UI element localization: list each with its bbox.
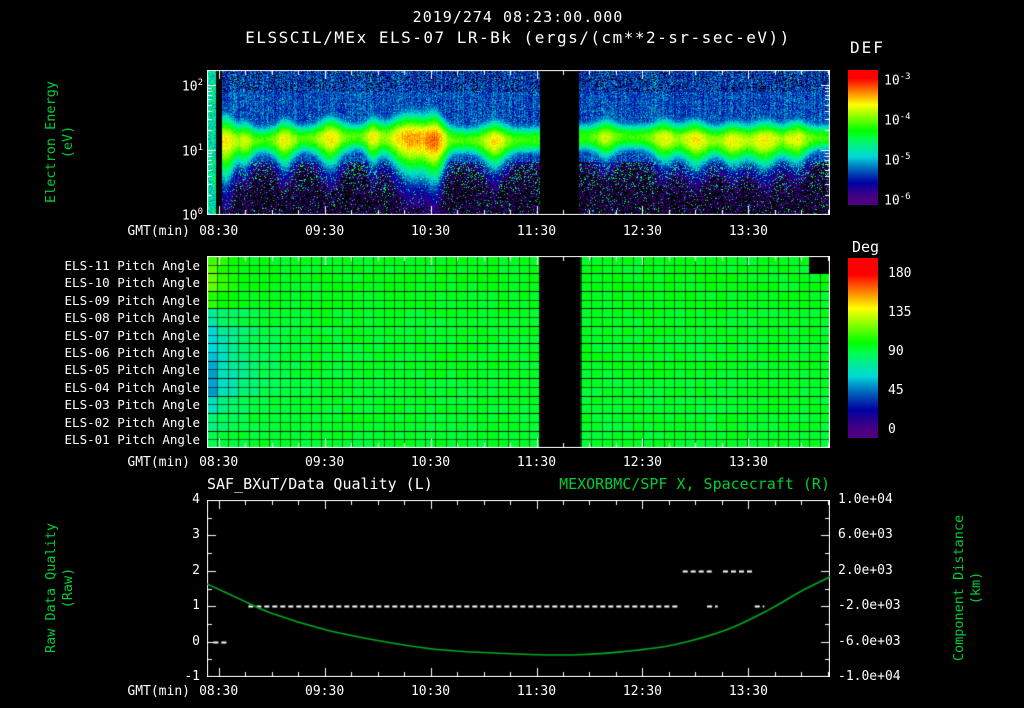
energy-ytick-label: 102 [181, 78, 203, 95]
def-tick-label: 10-3 [884, 72, 911, 89]
pitch-row-label: ELS-10 Pitch Angle [64, 275, 200, 290]
quality-axis-label-line2: (Raw) [60, 567, 76, 609]
x-tick-label: 13:30 [728, 455, 768, 470]
quality-ytick-label: 0 [192, 634, 200, 649]
deg-tick-label: 45 [888, 383, 904, 398]
x-axis-title: GMT(min) [127, 224, 190, 239]
deg-tick-label: 90 [888, 344, 904, 359]
energy-ytick-label-exp: 2 [197, 78, 203, 88]
x-tick-label: 10:30 [410, 224, 451, 239]
bottom-left-series-title: SAF_BXuT/Data Quality (L) [207, 475, 433, 493]
quality-ytick-label: 1 [192, 598, 200, 613]
def-tick-label-exp: -4 [899, 112, 911, 122]
x-tick-label: 13:30 [728, 224, 768, 239]
x-tick-label: 08:30 [199, 455, 239, 470]
quality-ytick-label: 3 [192, 527, 200, 542]
def-colorbar-title: DEF [850, 38, 885, 57]
distance-axis-label: Component Distance (km) [951, 438, 985, 708]
energy-axis-label-line1: Electron Energy [43, 81, 59, 203]
x-tick-label: 08:30 [199, 224, 239, 239]
date-title: 2019/274 08:23:00.000 [412, 8, 624, 26]
x-tick-label: 09:30 [305, 224, 345, 239]
x-tick-label: 11:30 [516, 224, 557, 239]
def-tick-label: 10-6 [884, 192, 911, 209]
deg-colorbar-gradient [848, 258, 878, 438]
x-tick-label: 11:30 [516, 684, 557, 699]
pitch-row-label: ELS-05 Pitch Angle [64, 362, 200, 377]
pitch-row-label: ELS-06 Pitch Angle [64, 345, 200, 360]
def-colorbar-gradient [848, 70, 878, 205]
x-tick-label: 11:30 [516, 455, 557, 470]
distance-ytick-label: 6.0e+03 [838, 527, 893, 542]
def-tick-label-exp: -5 [899, 152, 911, 162]
energy-spectrogram-canvas [207, 70, 830, 215]
x-tick-label: 09:30 [305, 455, 345, 470]
quality-ytick-label: 4 [192, 492, 200, 507]
instrument-title: ELSSCIL/MEx ELS-07 LR-Bk (ergs/(cm**2-sr… [245, 28, 791, 47]
x-tick-label: 08:30 [199, 684, 239, 699]
pitch-row-label: ELS-02 Pitch Angle [64, 415, 200, 430]
bottom-right-series-title: MEXORBMC/SPF X, Spacecraft (R) [559, 475, 830, 493]
def-tick-label-exp: -6 [899, 192, 911, 202]
pitch-row-label: ELS-11 Pitch Angle [64, 258, 200, 273]
energy-axis-label: Electron Energy (eV) [43, 0, 77, 292]
def-tick-label: 10-4 [884, 112, 911, 129]
deg-tick-label: 180 [888, 266, 912, 281]
deg-tick-label: 135 [888, 305, 912, 320]
def-tick-label-exp: -3 [899, 72, 911, 82]
x-tick-label: 13:30 [728, 684, 768, 699]
distance-ytick-label: -1.0e+04 [838, 669, 901, 684]
x-axis-title: GMT(min) [127, 684, 190, 699]
spectrogram-page: 2019/274 08:23:00.000 ELSSCIL/MEx ELS-07… [0, 0, 1024, 708]
pitch-angle-canvas [207, 256, 830, 448]
pitch-row-label: ELS-01 Pitch Angle [64, 432, 200, 447]
x-tick-label: 12:30 [622, 684, 663, 699]
x-axis-title: GMT(min) [127, 455, 190, 470]
line-plot-canvas [207, 500, 830, 677]
x-tick-label: 10:30 [410, 455, 451, 470]
deg-tick-label: 0 [888, 422, 896, 437]
pitch-row-label: ELS-04 Pitch Angle [64, 380, 200, 395]
quality-ytick-label: -1 [184, 669, 200, 684]
quality-axis-label-line1: Raw Data Quality [43, 522, 59, 654]
pitch-row-label: ELS-07 Pitch Angle [64, 328, 200, 343]
distance-ytick-label: 2.0e+03 [838, 563, 893, 578]
distance-ytick-label: 1.0e+04 [838, 492, 893, 507]
def-tick-label: 10-5 [884, 152, 911, 169]
deg-colorbar-title: Deg [852, 238, 880, 256]
pitch-row-label: ELS-03 Pitch Angle [64, 397, 200, 412]
pitch-row-label: ELS-08 Pitch Angle [64, 310, 200, 325]
energy-ytick-label: 100 [181, 207, 203, 224]
energy-axis-label-line2: (eV) [60, 125, 76, 159]
x-tick-label: 10:30 [410, 684, 451, 699]
quality-ytick-label: 2 [192, 563, 200, 578]
energy-ytick-label-exp: 0 [197, 207, 203, 217]
distance-axis-label-line2: (km) [968, 571, 984, 605]
x-tick-label: 09:30 [305, 684, 345, 699]
pitch-row-label: ELS-09 Pitch Angle [64, 293, 200, 308]
quality-axis-label: Raw Data Quality (Raw) [43, 438, 77, 708]
energy-ytick-label: 101 [181, 143, 203, 160]
energy-ytick-label-exp: 1 [197, 143, 203, 153]
distance-axis-label-line1: Component Distance [951, 514, 967, 662]
distance-ytick-label: -6.0e+03 [838, 634, 901, 649]
distance-ytick-label: -2.0e+03 [838, 598, 901, 613]
x-tick-label: 12:30 [622, 455, 663, 470]
x-tick-label: 12:30 [622, 224, 663, 239]
